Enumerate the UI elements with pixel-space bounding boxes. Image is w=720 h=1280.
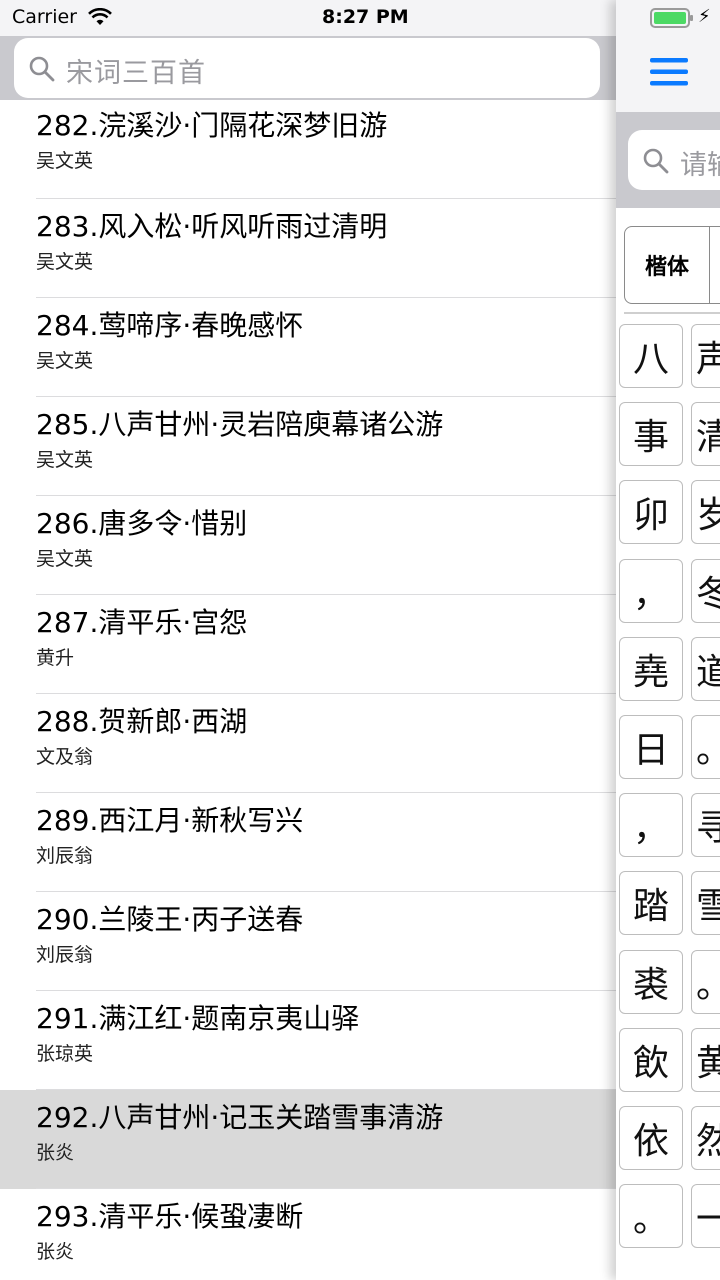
battery-icon <box>650 8 693 28</box>
charging-icon: ⚡ <box>698 6 711 27</box>
wifi-icon <box>88 8 112 25</box>
calligraphy-tile[interactable]: 。 <box>619 1184 683 1249</box>
calligraphy-tile[interactable]: 裘 <box>619 949 683 1014</box>
drawer-search-input[interactable]: 请输 <box>628 130 720 190</box>
poem-row[interactable]: 289.西江月·新秋写兴刘辰翁 <box>0 793 616 892</box>
calligraphy-tile[interactable]: 清 <box>691 402 720 467</box>
poem-author: 吴文英 <box>36 548 94 570</box>
poem-author: 吴文英 <box>36 150 94 172</box>
poem-author: 刘辰翁 <box>36 845 94 867</box>
side-drawer: ⚡ 请输 楷体 八事卯，堯日，踏裘飲依。声清岁冬道。寻雪。黄然一 <box>616 0 720 1280</box>
search-icon <box>643 148 669 174</box>
calligraphy-tile[interactable]: 八 <box>619 324 683 388</box>
poem-title: 284.莺啼序·春晚感怀 <box>36 309 304 342</box>
calligraphy-tile[interactable]: 。 <box>691 715 720 779</box>
poem-author: 张炎 <box>36 1142 75 1164</box>
calligraphy-tile[interactable]: 雪 <box>691 871 720 936</box>
search-input[interactable]: 宋词三百首 <box>14 38 600 98</box>
poem-author: 吴文英 <box>36 251 94 273</box>
poem-author: 吴文英 <box>36 449 94 471</box>
calligraphy-tile[interactable]: 。 <box>691 949 720 1014</box>
poem-row[interactable]: 288.贺新郎·西湖文及翁 <box>0 694 616 793</box>
poem-title: 291.满江红·题南京夷山驿 <box>36 1002 360 1035</box>
poem-row[interactable]: 292.八声甘州·记玉关踏雪事清游张炎 <box>0 1090 616 1189</box>
poem-row[interactable]: 286.唐多令·惜别吴文英 <box>0 496 616 595</box>
poem-author: 吴文英 <box>36 350 94 372</box>
calligraphy-tile[interactable]: 冬 <box>691 558 720 623</box>
divider <box>624 312 720 314</box>
calligraphy-tile[interactable]: 寻 <box>691 793 720 858</box>
poem-title: 288.贺新郎·西湖 <box>36 705 248 738</box>
calligraphy-tile[interactable]: 堯 <box>619 636 683 701</box>
poem-author: 张炎 <box>36 1241 75 1263</box>
search-icon <box>29 56 55 82</box>
poem-title: 292.八声甘州·记玉关踏雪事清游 <box>36 1101 444 1134</box>
poem-row[interactable]: 284.莺啼序·春晚感怀吴文英 <box>0 298 616 397</box>
calligraphy-tile[interactable]: 卯 <box>619 480 683 545</box>
poem-list-screen: Carrier 8:27 PM 宋词三百首 282.浣溪沙·门隔花深梦旧游吴文英… <box>0 0 720 1280</box>
calligraphy-tile[interactable]: 踏 <box>619 871 683 936</box>
clock: 8:27 PM <box>322 6 409 28</box>
calligraphy-tile[interactable]: 道 <box>691 636 720 701</box>
poem-title: 286.唐多令·惜别 <box>36 507 248 540</box>
poem-row[interactable]: 291.满江红·题南京夷山驿张琼英 <box>0 991 616 1090</box>
search-text: 宋词三百首 <box>66 58 206 89</box>
poem-row[interactable]: 287.清平乐·宫怨黄升 <box>0 595 616 694</box>
tab-kaiti[interactable]: 楷体 <box>625 227 710 303</box>
calligraphy-tile[interactable]: 黄 <box>691 1027 720 1092</box>
search-bar: 宋词三百首 <box>0 36 616 100</box>
poem-author: 黄升 <box>36 647 75 669</box>
poem-author: 刘辰翁 <box>36 944 94 966</box>
poem-title: 285.八声甘州·灵岩陪庾幕诸公游 <box>36 408 444 441</box>
poem-title: 290.兰陵王·丙子送春 <box>36 903 304 936</box>
poem-row[interactable]: 290.兰陵王·丙子送春刘辰翁 <box>0 892 616 991</box>
drawer-search-bar: 请输 <box>616 112 720 208</box>
status-bar: Carrier 8:27 PM <box>0 0 616 36</box>
poem-title: 289.西江月·新秋写兴 <box>36 804 304 837</box>
calligraphy-tile[interactable]: 依 <box>619 1106 683 1170</box>
calligraphy-tile[interactable]: 岁 <box>691 480 720 545</box>
poem-row[interactable]: 293.清平乐·候蛩凄断张炎 <box>0 1189 616 1280</box>
carrier-label: Carrier <box>12 6 77 28</box>
poem-title: 283.风入松·听风听雨过清明 <box>36 210 388 243</box>
poem-title: 293.清平乐·候蛩凄断 <box>36 1200 304 1233</box>
poem-author: 张琼英 <box>36 1043 94 1065</box>
drawer-search-placeholder: 请输 <box>680 150 720 181</box>
calligraphy-tile[interactable]: 日 <box>619 715 683 779</box>
poem-row[interactable]: 283.风入松·听风听雨过清明吴文英 <box>0 199 616 298</box>
poem-row[interactable]: 282.浣溪沙·门隔花深梦旧游吴文英 <box>0 100 616 199</box>
calligraphy-tile[interactable]: 飲 <box>619 1027 683 1092</box>
calligraphy-tile[interactable]: ， <box>619 793 683 858</box>
poem-title: 287.清平乐·宫怨 <box>36 606 248 639</box>
poem-title: 282.浣溪沙·门隔花深梦旧游 <box>36 109 388 142</box>
poem-row[interactable]: 285.八声甘州·灵岩陪庾幕诸公游吴文英 <box>0 397 616 496</box>
menu-icon[interactable] <box>650 58 688 86</box>
calligraphy-tile[interactable]: 事 <box>619 402 683 467</box>
poem-list: 282.浣溪沙·门隔花深梦旧游 吴文英 283.风入松·听风听雨过清明 吴文英 284.… <box>0 100 616 1280</box>
calligraphy-tile[interactable]: 一 <box>691 1184 720 1249</box>
font-style-selector: 楷体 <box>624 226 720 304</box>
calligraphy-tile[interactable]: 然 <box>691 1106 720 1170</box>
drawer-header: ⚡ <box>616 0 720 112</box>
calligraphy-tile[interactable]: 声 <box>691 324 720 388</box>
poem-author: 文及翁 <box>36 746 94 768</box>
calligraphy-tile[interactable]: ， <box>619 558 683 623</box>
